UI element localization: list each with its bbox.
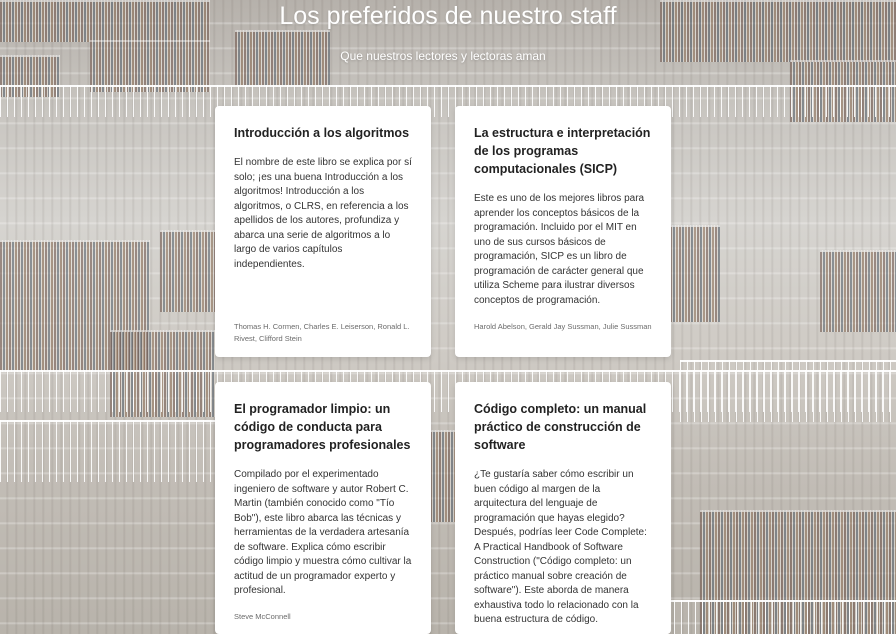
book-authors: Thomas H. Cormen, Charles E. Leiserson, … <box>234 322 410 343</box>
book-description: Compilado por el experimentado ingeniero… <box>234 469 412 596</box>
book-description: ¿Te gustaría saber cómo escribir un buen… <box>474 469 647 625</box>
book-authors: Steve McConnell <box>234 612 291 621</box>
book-title: El programador limpio: un código de cond… <box>234 402 411 452</box>
book-authors: Harold Abelson, Gerald Jay Sussman, Juli… <box>474 322 652 331</box>
book-card-clean-coder[interactable]: El programador limpio: un código de cond… <box>215 382 431 634</box>
page-subtitle: Que nuestros lectores y lectoras aman <box>340 49 546 63</box>
book-description: Este es uno de los mejores libros para a… <box>474 193 645 306</box>
book-title: Introducción a los algoritmos <box>234 126 410 140</box>
book-card-sicp[interactable]: La estructura e interpretación de los pr… <box>455 106 671 357</box>
library-background <box>0 0 896 634</box>
page-title: Los preferidos de nuestro staff <box>279 2 617 30</box>
book-title: La estructura e interpretación de los pr… <box>474 126 651 176</box>
book-card-code-complete[interactable]: Código completo: un manual práctico de c… <box>455 382 671 634</box>
book-description: El nombre de este libro se explica por s… <box>234 157 412 270</box>
book-card-algorithms[interactable]: Introducción a los algoritmos El nombre … <box>215 106 431 357</box>
book-title: Código completo: un manual práctico de c… <box>474 402 647 452</box>
